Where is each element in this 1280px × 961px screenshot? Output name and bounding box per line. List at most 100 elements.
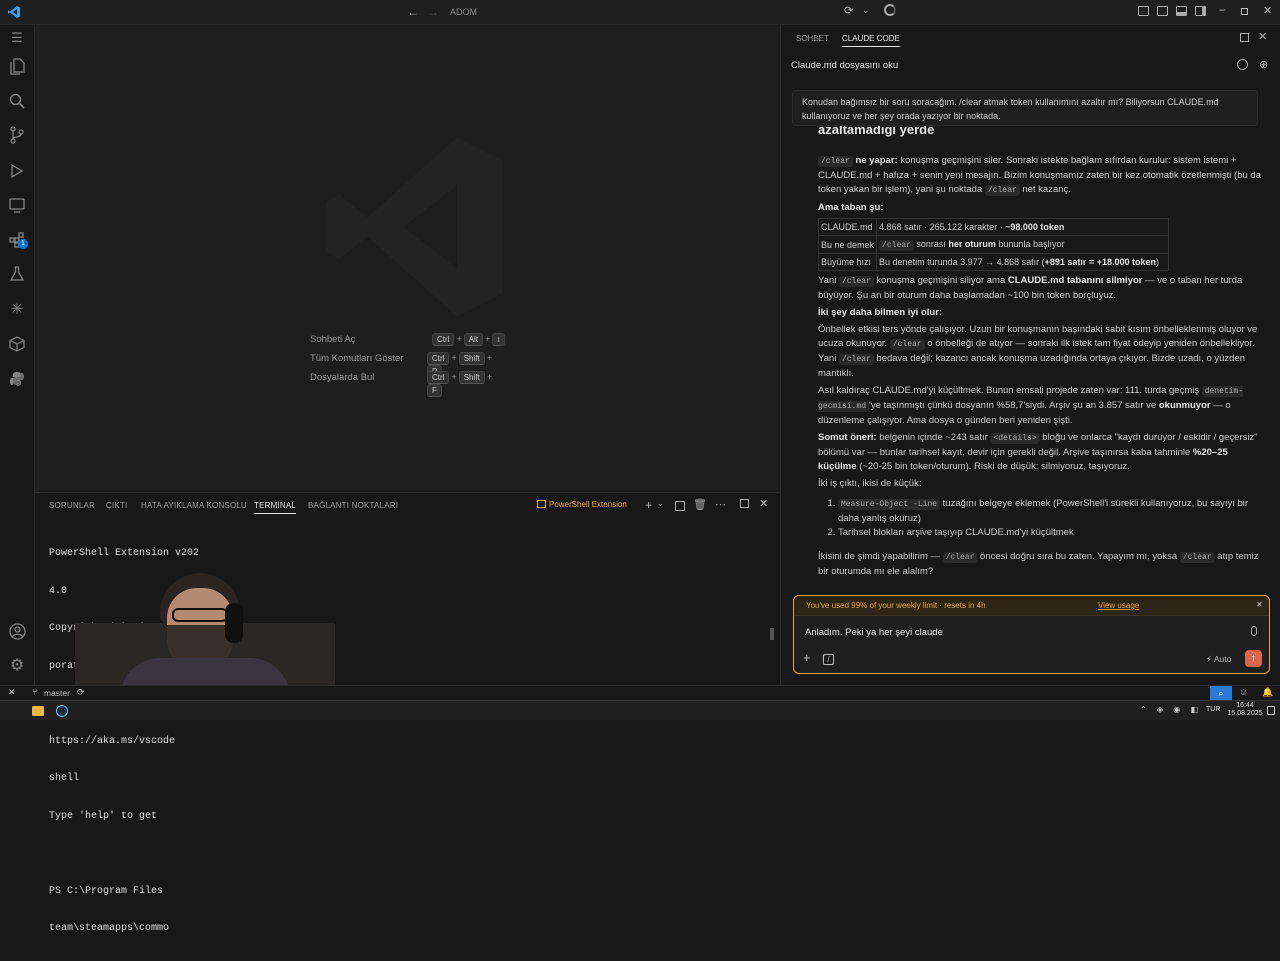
copilot-status-icon[interactable]: ☺	[1239, 687, 1248, 697]
command-center-search[interactable]: ADOM	[446, 4, 836, 21]
view-usage-link[interactable]: View usage	[1098, 601, 1139, 610]
list-item: Measure-Object -Line tuzağını belgeye ek…	[838, 497, 1263, 526]
text: belgenin içinde ~243 satır	[879, 432, 988, 443]
text: İkisini de şimdi yapabilirim —	[818, 551, 940, 562]
shortcut-row[interactable]: Tüm Komutları Göster Ctrl+Shift+P	[310, 352, 510, 378]
slash-command-icon[interactable]: /	[823, 654, 834, 665]
kill-terminal-icon[interactable]: 🗑	[693, 498, 707, 511]
terminal-line: Type 'help' to get	[49, 810, 158, 822]
toggle-sidebar-icon[interactable]	[1138, 6, 1149, 16]
response-paragraph: İkisini de şimdi yapabilirim — /clear ön…	[818, 550, 1263, 579]
title-bar: ← → ADOM ⟳ ⌄ − ✕	[0, 0, 1280, 25]
branch-icon: ⑂	[32, 687, 38, 697]
shortcut-label: Dosyalarda Bul	[310, 372, 375, 383]
user-message-text: Konudan bağımsız bir soru soracağım. /cl…	[802, 97, 1219, 121]
text: net kazanç.	[1022, 184, 1071, 195]
layout-icon[interactable]	[1157, 6, 1168, 16]
remote-explorer-icon[interactable]	[6, 194, 28, 216]
account-icon[interactable]	[6, 620, 28, 642]
split-terminal-icon[interactable]	[675, 501, 685, 511]
close-panel-icon[interactable]: ✕	[759, 497, 768, 510]
explorer-icon[interactable]	[6, 55, 28, 77]
copilot-icon[interactable]: ⟳	[844, 4, 853, 17]
text: Asıl kaldıraç CLAUDE.md'yi küçültmek. Bu…	[818, 385, 1200, 396]
terminal-dropdown-icon[interactable]: ⌄	[657, 499, 664, 508]
tab-ports[interactable]: BAĞLANTI NOKTALARI	[308, 501, 398, 510]
shortcut-row[interactable]: Sohbeti Aç Ctrl + Alt + ı	[310, 333, 510, 352]
text: sonrası	[916, 239, 946, 249]
stats-table: CLAUDE.md 4.868 satır · 265.122 karakter …	[817, 218, 1170, 271]
new-chat-icon[interactable]: ⊕	[1259, 58, 1268, 71]
key: F	[427, 384, 442, 397]
branch-name[interactable]: master	[44, 688, 70, 698]
language-indicator[interactable]: TUR	[1206, 706, 1220, 713]
tab-debug-console[interactable]: HATA AYIKLAMA KONSOLU	[141, 501, 247, 510]
extensions-icon[interactable]: 1	[6, 229, 28, 251]
toggle-secondary-sidebar-icon[interactable]	[1195, 6, 1206, 16]
text: Tarihsel blokları arşive taşıyıp CLAUDE.…	[838, 527, 1074, 538]
sync-icon[interactable]: ⟳	[77, 687, 85, 698]
tab-problems[interactable]: SORUNLAR	[49, 501, 95, 510]
python-icon[interactable]	[6, 368, 28, 390]
inline-code: /clear	[942, 552, 978, 563]
history-icon[interactable]	[1237, 59, 1248, 70]
new-terminal-icon[interactable]: +	[645, 498, 652, 512]
tab-chat[interactable]: SOHBET	[796, 34, 829, 43]
file-explorer-taskbar-icon[interactable]	[32, 706, 44, 716]
minimize-icon[interactable]: −	[1219, 3, 1226, 17]
bold-text: okunmuyor	[1158, 400, 1211, 411]
more-actions-icon[interactable]: ⋯	[715, 498, 726, 511]
key: Ctrl	[427, 352, 450, 365]
containers-icon[interactable]	[6, 333, 28, 355]
chevron-down-icon[interactable]: ⌄	[862, 5, 870, 16]
table-row: Bu ne demek/clear sonrası her oturum bun…	[817, 235, 1170, 254]
chat-scroll-area[interactable]: azaltamadığı yerde Konudan bağımsız bir …	[781, 85, 1280, 595]
dismiss-banner-icon[interactable]: ✕	[1256, 600, 1263, 609]
maximize-chat-icon[interactable]	[1240, 33, 1249, 42]
send-button[interactable]: ↑	[1245, 650, 1262, 667]
accounts-sync-icon[interactable]	[884, 4, 896, 16]
run-debug-icon[interactable]	[6, 160, 28, 182]
manage-gear-icon[interactable]: ⚙	[6, 654, 28, 676]
maximize-icon[interactable]	[1241, 8, 1248, 15]
notification-center-icon[interactable]	[1267, 706, 1275, 715]
clock[interactable]: 16:44 15.08.2025	[1227, 702, 1263, 718]
steam-taskbar-icon[interactable]	[56, 705, 68, 717]
menu-icon[interactable]: ☰	[6, 27, 28, 49]
microphone-icon[interactable]	[1251, 626, 1257, 636]
forward-arrow-icon[interactable]: →	[427, 5, 439, 19]
shortcut-row[interactable]: Dosyalarda Bul Ctrl + Shift +F	[310, 371, 510, 397]
inline-code: Measure-Object -Line	[838, 499, 941, 510]
activity-bar: ☰ 1 ✳ ⚙	[0, 25, 35, 685]
response-paragraph: İki iş çıktı, ikisi de küçük:	[818, 478, 922, 489]
maximize-panel-icon[interactable]	[740, 499, 749, 508]
vscode-watermark-icon	[320, 132, 510, 325]
numbered-list: Measure-Object -Line tuzağını belgeye ek…	[818, 497, 1263, 540]
remote-icon[interactable]: ✕	[8, 687, 16, 698]
terminal-scrollbar[interactable]	[770, 628, 774, 640]
message-input[interactable]: Anladım. Peki ya her şeyi claude	[794, 617, 1269, 647]
tab-output[interactable]: ÇIKTI	[106, 501, 127, 510]
back-arrow-icon[interactable]: ←	[407, 5, 419, 19]
testing-flask-icon[interactable]	[6, 263, 28, 285]
table-cell: Büyüme hızı	[817, 253, 878, 271]
claude-icon[interactable]: ✳	[6, 298, 28, 320]
notifications-icon[interactable]: 🔔	[1262, 687, 1273, 698]
vscode-logo-icon	[7, 5, 21, 19]
toggle-panel-icon[interactable]	[1176, 6, 1187, 16]
table-cell: Bu denetim turunda 3.977 → 4.868 satır (…	[876, 253, 1170, 271]
table-row: Büyüme hızı Bu denetim turunda 3.977 → 4.…	[817, 253, 1170, 271]
chat-sidebar: SOHBET CLAUDE CODE ✕ Claude.md dosyasını…	[780, 25, 1280, 685]
add-attachment-icon[interactable]: +	[803, 650, 811, 665]
response-paragraph: Somut öneri: belgenin içinde ~243 satır …	[818, 431, 1263, 474]
mode-selector[interactable]: ⚡ Auto	[1206, 654, 1231, 665]
source-control-icon[interactable]	[6, 124, 28, 146]
close-chat-icon[interactable]: ✕	[1258, 30, 1267, 43]
zoom-icon[interactable]: ⌕	[1210, 686, 1232, 700]
terminal-shell-icon	[537, 500, 546, 508]
tab-terminal[interactable]: TERMİNAL	[254, 501, 297, 514]
search-icon[interactable]	[6, 90, 28, 112]
tab-claude-code[interactable]: CLAUDE CODE	[842, 34, 900, 47]
terminal-selector[interactable]: PowerShell Extension	[537, 500, 627, 509]
close-window-icon[interactable]: ✕	[1263, 4, 1272, 17]
